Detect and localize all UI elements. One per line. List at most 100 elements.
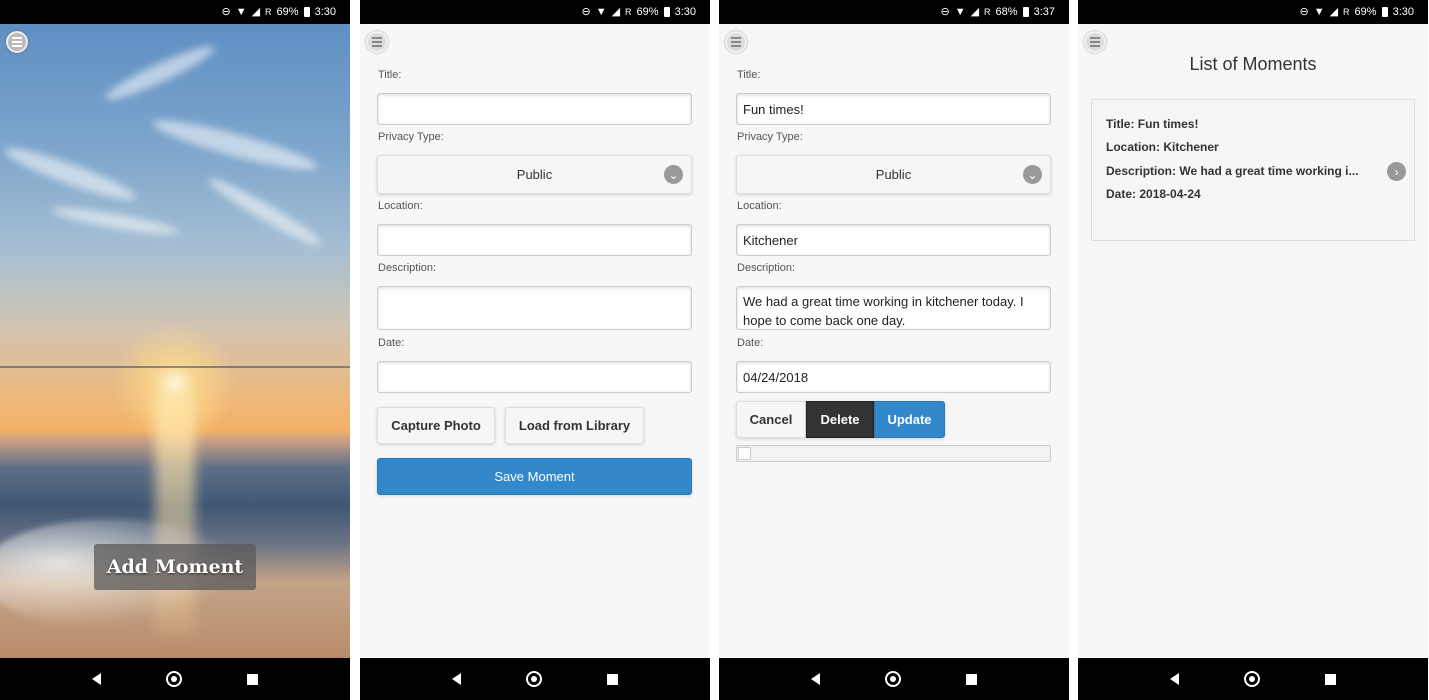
menu-icon[interactable] [1084, 31, 1106, 53]
system-nav-bar [719, 658, 1069, 700]
roaming-indicator: R [625, 7, 632, 17]
upload-progress-bar [736, 445, 1051, 462]
status-bar: ⊖ ▼ ◢ R 68% 3:37 [719, 0, 1069, 24]
title-input[interactable]: Fun times! [736, 93, 1051, 125]
title-input[interactable] [377, 93, 692, 125]
privacy-type-value: Public [875, 167, 912, 182]
battery-percent: 69% [1354, 6, 1377, 18]
clock: 3:30 [314, 6, 336, 18]
location-input[interactable]: Kitchener [736, 224, 1051, 256]
progress-handle [738, 447, 751, 460]
do-not-disturb-icon: ⊖ [940, 5, 950, 18]
add-moment-button[interactable]: Add Moment [94, 544, 256, 590]
menu-icon[interactable] [725, 31, 747, 53]
wifi-icon: ▼ [595, 5, 607, 18]
clock: 3:37 [1033, 6, 1055, 18]
recent-apps-icon[interactable] [246, 673, 258, 685]
back-icon[interactable] [452, 673, 462, 685]
description-textarea[interactable]: We had a great time working in kitchener… [736, 286, 1051, 330]
date-input[interactable]: 04/24/2018 [736, 361, 1051, 393]
menu-icon[interactable] [6, 31, 28, 53]
battery-icon [1381, 7, 1388, 17]
battery-percent: 68% [995, 6, 1018, 18]
battery-icon [663, 7, 670, 17]
cloud [204, 172, 326, 252]
date-label: Date: [378, 337, 405, 349]
chevron-down-icon: ⌄ [1023, 165, 1042, 184]
menu-icon[interactable] [366, 31, 388, 53]
recent-apps-icon[interactable] [606, 673, 618, 685]
location-label: Location: [737, 200, 782, 212]
update-button[interactable]: Update [874, 401, 945, 438]
cloud [0, 140, 140, 208]
back-icon[interactable] [92, 673, 102, 685]
signal-icon: ◢ [251, 5, 261, 18]
list-item-title: Title: Fun times! [1106, 117, 1199, 131]
do-not-disturb-icon: ⊖ [1299, 5, 1309, 18]
privacy-type-select[interactable]: Public ⌄ [736, 155, 1051, 194]
home-icon[interactable] [525, 671, 542, 687]
location-label: Location: [378, 200, 423, 212]
capture-photo-button[interactable]: Capture Photo [377, 407, 495, 444]
save-moment-button[interactable]: Save Moment [377, 458, 692, 495]
system-nav-bar [1078, 658, 1428, 700]
horizon [0, 366, 350, 368]
roaming-indicator: R [984, 7, 991, 17]
back-icon[interactable] [811, 673, 821, 685]
home-icon[interactable] [884, 671, 901, 687]
chevron-down-icon: ⌄ [664, 165, 683, 184]
privacy-type-label: Privacy Type: [737, 131, 803, 143]
wifi-icon: ▼ [954, 5, 966, 18]
clock: 3:30 [674, 6, 696, 18]
back-icon[interactable] [1170, 673, 1180, 685]
status-bar: ⊖ ▼ ◢ R 69% 3:30 [1078, 0, 1428, 24]
roaming-indicator: R [1343, 7, 1350, 17]
cloud [49, 202, 181, 240]
battery-icon [303, 7, 310, 17]
signal-icon: ◢ [611, 5, 621, 18]
privacy-type-label: Privacy Type: [378, 131, 444, 143]
system-nav-bar [0, 658, 350, 700]
location-input[interactable] [377, 224, 692, 256]
list-item-date: Date: 2018-04-24 [1106, 187, 1201, 201]
home-icon[interactable] [165, 671, 182, 687]
load-from-library-button[interactable]: Load from Library [505, 407, 644, 444]
signal-icon: ◢ [970, 5, 980, 18]
home-icon[interactable] [1243, 671, 1260, 687]
title-label: Title: [378, 69, 402, 81]
battery-percent: 69% [636, 6, 659, 18]
status-bar: ⊖ ▼ ◢ R 69% 3:30 [0, 0, 350, 24]
status-bar: ⊖ ▼ ◢ R 69% 3:30 [360, 0, 710, 24]
recent-apps-icon[interactable] [965, 673, 977, 685]
clock: 3:30 [1392, 6, 1414, 18]
privacy-type-select[interactable]: Public ⌄ [377, 155, 692, 194]
date-label: Date: [737, 337, 764, 349]
list-item-location: Location: Kitchener [1106, 140, 1219, 154]
do-not-disturb-icon: ⊖ [221, 5, 231, 18]
edit-moment-screen: ⊖ ▼ ◢ R 68% 3:37 Title: Fun times! Priva… [719, 0, 1069, 700]
system-nav-bar [360, 658, 710, 700]
list-item-description: Description: We had a great time working… [1106, 164, 1359, 178]
description-textarea[interactable] [377, 286, 692, 330]
description-label: Description: [737, 262, 796, 274]
list-item[interactable]: Title: Fun times! Location: Kitchener De… [1091, 99, 1415, 241]
date-input[interactable] [377, 361, 692, 393]
wifi-icon: ▼ [1313, 5, 1325, 18]
delete-button[interactable]: Delete [806, 401, 874, 438]
page-title: List of Moments [1189, 54, 1317, 74]
do-not-disturb-icon: ⊖ [581, 5, 591, 18]
moments-list-screen: ⊖ ▼ ◢ R 69% 3:30 List of Moments Title: … [1078, 0, 1428, 700]
cloud [150, 112, 320, 178]
signal-icon: ◢ [1329, 5, 1339, 18]
cloud [101, 39, 219, 107]
battery-icon [1022, 7, 1029, 17]
recent-apps-icon[interactable] [1324, 673, 1336, 685]
cancel-button[interactable]: Cancel [736, 401, 806, 438]
privacy-type-value: Public [516, 167, 553, 182]
description-label: Description: [378, 262, 437, 274]
roaming-indicator: R [265, 7, 272, 17]
home-screen: ⊖ ▼ ◢ R 69% 3:30 Add Moment [0, 0, 350, 700]
battery-percent: 69% [276, 6, 299, 18]
wifi-icon: ▼ [235, 5, 247, 18]
title-label: Title: [737, 69, 761, 81]
